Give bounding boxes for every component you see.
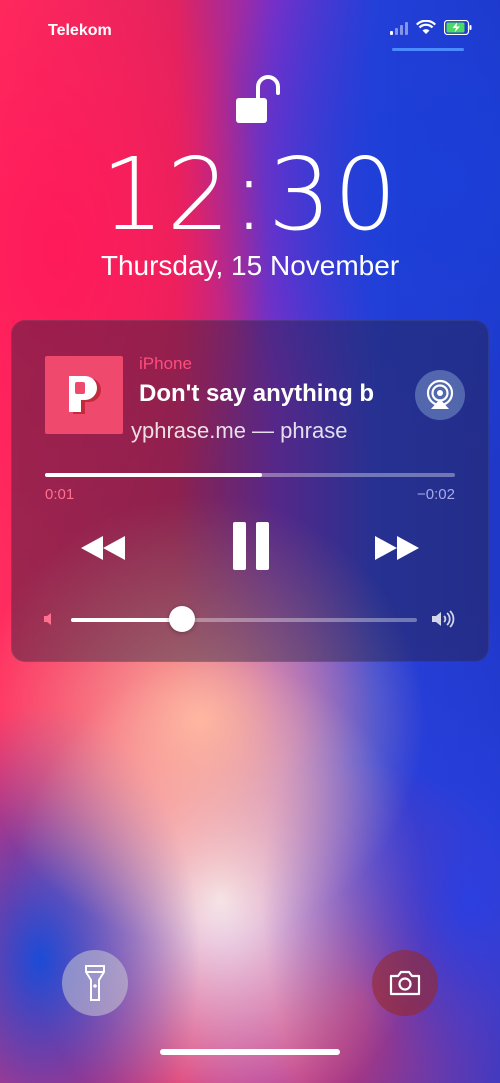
- album-artwork[interactable]: [45, 356, 123, 434]
- volume-slider-knob[interactable]: [168, 606, 195, 632]
- airplay-button[interactable]: [415, 370, 465, 420]
- remaining-time: −0:02: [417, 486, 455, 503]
- signal-strength-icon: [390, 21, 408, 35]
- airplay-audio-icon: [426, 379, 454, 409]
- unlocked-padlock-icon: [233, 74, 283, 131]
- pause-button[interactable]: [225, 516, 277, 576]
- playback-source-label: iPhone: [139, 354, 192, 373]
- camera-button[interactable]: [372, 950, 438, 1016]
- track-title: Don't say anything b: [139, 380, 375, 407]
- phrase-app-icon: [69, 376, 101, 414]
- carrier-name: Telekom: [48, 22, 112, 39]
- now-playing-widget: iPhone Don't say anything b yphrase.me —…: [11, 320, 489, 662]
- battery-charging-icon: [444, 20, 472, 35]
- playback-progress-bar[interactable]: [45, 473, 455, 477]
- volume-slider[interactable]: [71, 606, 417, 632]
- track-subtitle: yphrase.me — phrase: [131, 418, 348, 443]
- camera-icon: [389, 970, 421, 996]
- home-indicator[interactable]: [160, 1049, 340, 1055]
- playback-progress-fill: [45, 473, 263, 477]
- control-center-indicator[interactable]: [392, 48, 464, 51]
- elapsed-time: 0:01: [45, 486, 75, 503]
- flashlight-button[interactable]: [62, 950, 128, 1016]
- fast-forward-icon: [375, 536, 419, 560]
- fast-forward-button[interactable]: [369, 528, 425, 568]
- rewind-button[interactable]: [75, 528, 131, 568]
- flashlight-icon: [85, 965, 105, 1001]
- status-icons: [390, 20, 472, 35]
- lock-screen: Telekom 12:30 Thursday, 15 November iPho…: [0, 0, 500, 1083]
- lock-screen-date: Thursday, 15 November: [100, 250, 400, 281]
- volume-high-icon: [431, 610, 455, 633]
- status-bar: Telekom: [0, 0, 500, 62]
- volume-low-icon: [43, 612, 55, 631]
- pause-icon: [233, 522, 269, 570]
- wifi-icon: [416, 20, 436, 35]
- volume-slider-fill: [71, 618, 182, 622]
- rewind-icon: [81, 536, 125, 560]
- lock-screen-time: 12:30: [100, 136, 400, 253]
